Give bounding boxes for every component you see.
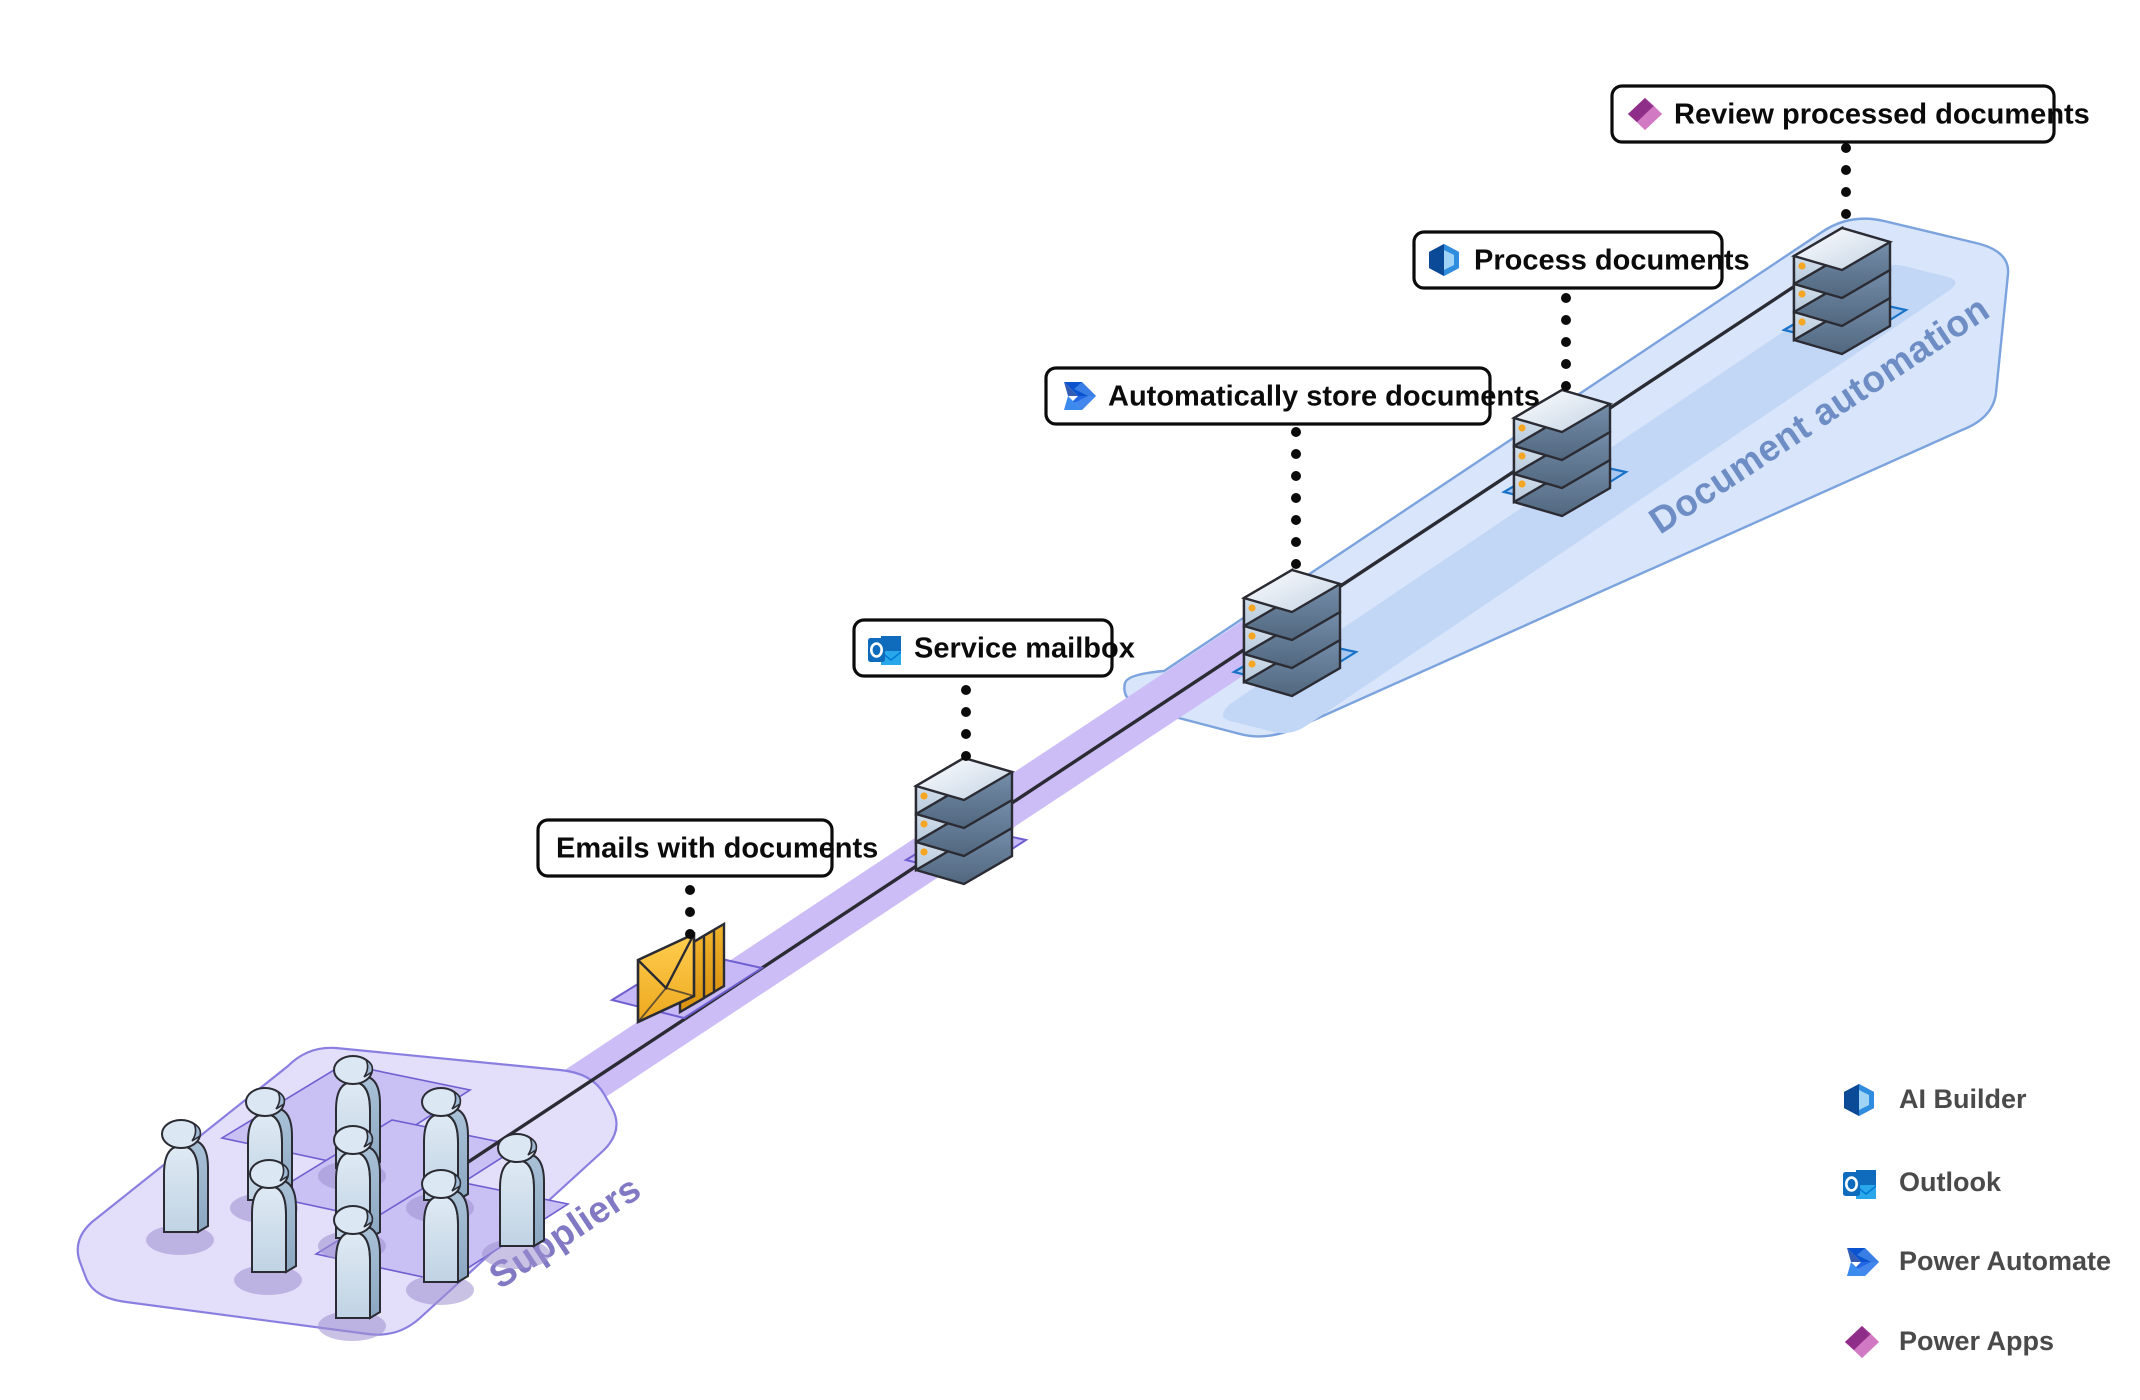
callout-label: Automatically store documents [1108, 381, 1540, 413]
ai-builder-icon [1844, 1084, 1874, 1116]
diagram-canvas: Document automation Suppliers Emails wit… [0, 0, 2140, 1400]
server-stack-icon [1240, 567, 1344, 698]
callout-automatically-store-documents[interactable]: Automatically store documents [1044, 366, 1540, 426]
callout-label: Service mailbox [914, 633, 1135, 665]
power-automate-icon [1847, 1248, 1879, 1276]
callout-process-documents[interactable]: Process documents [1412, 230, 1750, 290]
callout-label: Process documents [1474, 245, 1750, 277]
legend-item-outlook[interactable]: Outlook [1843, 1167, 2002, 1199]
callout-label: Review processed documents [1674, 99, 2090, 131]
server-stack-icon [1790, 225, 1894, 356]
legend-label: Power Automate [1899, 1246, 2111, 1276]
power-apps-icon [1845, 1326, 1879, 1358]
legend-item-power-apps[interactable]: Power Apps [1845, 1326, 2054, 1358]
leader-line-service-mailbox [961, 685, 971, 761]
legend-item-power-automate[interactable]: Power Automate [1847, 1246, 2111, 1276]
legend-label: Outlook [1899, 1167, 2002, 1197]
leader-line-process-documents [1561, 293, 1571, 391]
callout-review-processed-documents[interactable]: Review processed documents [1610, 84, 2090, 144]
outlook-icon [1843, 1170, 1876, 1199]
callout-emails-with-documents[interactable]: Emails with documents [536, 818, 878, 878]
node-service-mailbox-server[interactable] [903, 755, 1029, 886]
legend-label: AI Builder [1899, 1084, 2027, 1114]
leader-line-review-documents [1841, 143, 1851, 219]
callout-service-mailbox[interactable]: Service mailbox [852, 618, 1135, 678]
server-stack-icon [912, 755, 1016, 886]
callout-label: Emails with documents [556, 833, 878, 865]
legend-item-ai-builder[interactable]: AI Builder [1844, 1084, 2027, 1116]
legend-label: Power Apps [1899, 1326, 2054, 1356]
legend: AI Builder Outlook Power Automate Power … [1843, 1084, 2111, 1358]
outlook-icon [868, 636, 901, 665]
leader-line-store-documents [1291, 427, 1301, 569]
leader-line-emails [685, 885, 695, 939]
